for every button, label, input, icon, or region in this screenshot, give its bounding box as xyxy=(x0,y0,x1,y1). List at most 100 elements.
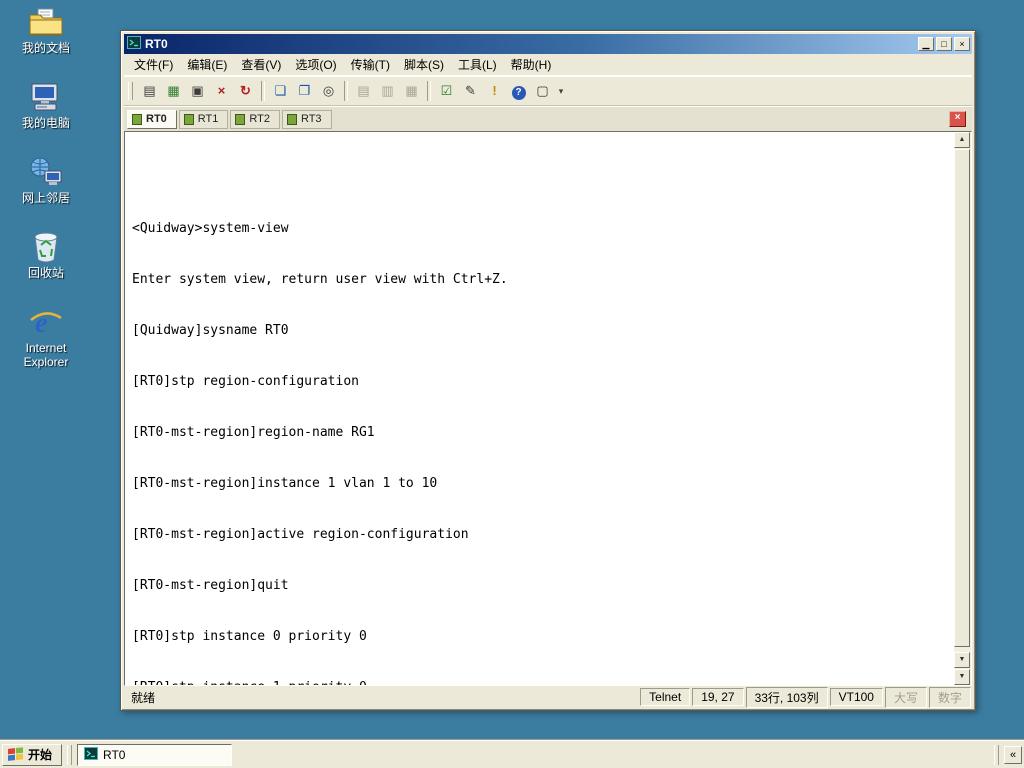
disconnect-icon[interactable]: × xyxy=(210,80,233,102)
desktop-icon-label: 回收站 xyxy=(27,266,64,280)
terminal-screen[interactable]: <Quidway>system-view Enter system view, … xyxy=(124,131,972,686)
task-label: RT0 xyxy=(103,747,126,762)
start-button[interactable]: 开始 xyxy=(2,743,63,766)
my-documents-icon xyxy=(28,6,64,38)
find-icon[interactable]: ◎ xyxy=(317,80,340,102)
terminal-line: <Quidway>system-view xyxy=(132,221,289,236)
scroll-up-icon[interactable]: ▲ xyxy=(954,132,970,148)
help-icon-glyph: ? xyxy=(511,86,526,100)
reconnect-icon[interactable]: ↻ xyxy=(234,80,257,102)
toolbar-separator xyxy=(344,81,348,101)
status-protocol: Telnet xyxy=(640,688,691,706)
toolbar: ▤ ▦ ▣ × ↻ ❏ ❐ ◎ ▤ ▥ ▦ ☑ ✎ ! ? ▢ ▾ xyxy=(124,76,972,106)
taskbar: 开始 RT0 « xyxy=(0,740,1024,768)
maximize-button[interactable]: □ xyxy=(936,37,952,51)
menu-file[interactable]: 文件(F) xyxy=(127,53,180,76)
desktop-icon-column: 我的文档 我的电脑 网上邻居 回收站 e Internet Explorer xyxy=(8,6,84,369)
menu-help[interactable]: 帮助(H) xyxy=(504,53,559,76)
status-num-indicator: 数字 xyxy=(928,686,971,708)
app-icon xyxy=(127,36,141,52)
tab-close-button[interactable]: × xyxy=(949,111,966,127)
menu-edit[interactable]: 编辑(E) xyxy=(180,53,234,76)
menu-tools[interactable]: 工具(L) xyxy=(451,53,504,76)
terminal-line: [RT0]stp instance 1 priority 0 xyxy=(132,679,952,685)
tab-label: RT2 xyxy=(249,113,270,125)
clone-session-icon[interactable]: ▣ xyxy=(186,80,209,102)
tab-connected-icon xyxy=(183,113,194,125)
scroll-down-icon[interactable]: ▼ xyxy=(954,652,970,668)
status-caps-indicator: 大写 xyxy=(884,686,927,708)
desktop-icon-label: 我的文档 xyxy=(21,41,70,55)
toolbar-separator xyxy=(427,81,431,101)
tab-label: RT1 xyxy=(197,113,219,125)
scrollbar-thumb[interactable] xyxy=(954,149,970,647)
terminal-line: [RT0-mst-region]instance 1 vlan 1 to 10 xyxy=(132,476,438,491)
my-computer-icon xyxy=(28,81,64,113)
title-bar[interactable]: RT0 ▁ □ × xyxy=(124,34,972,54)
terminal-line: [RT0]stp instance 0 priority 0 xyxy=(132,629,367,644)
taskbar-collapse-button[interactable]: « xyxy=(1004,745,1022,764)
toolbar-more-icon[interactable]: ▾ xyxy=(555,86,567,97)
menu-bar: 文件(F) 编辑(E) 查看(V) 选项(O) 传输(T) 脚本(S) 工具(L… xyxy=(124,54,972,76)
menu-transfer[interactable]: 传输(T) xyxy=(344,53,397,76)
tab-rt2[interactable]: RT2 xyxy=(230,109,280,129)
print-icon[interactable]: ▦ xyxy=(400,80,423,102)
tab-label: RT3 xyxy=(300,113,322,125)
network-places-icon xyxy=(28,156,64,188)
tab-rt3[interactable]: RT3 xyxy=(281,109,332,129)
internet-explorer-icon: e xyxy=(28,306,64,338)
tab-bar: RT0 RT1 RT2 RT3 × xyxy=(124,106,972,131)
global-options-icon[interactable]: ✎ xyxy=(459,80,482,102)
taskbar-task-rt0[interactable]: RT0 xyxy=(77,743,233,766)
highlight-icon[interactable]: ! xyxy=(483,80,506,102)
print-selection-icon[interactable]: ▥ xyxy=(376,80,399,102)
terminal-line: [Quidway]sysname RT0 xyxy=(132,323,289,338)
taskbar-grip[interactable] xyxy=(67,744,73,765)
status-emulation: VT100 xyxy=(829,688,883,706)
toolbar-separator xyxy=(261,81,265,101)
status-screen-size: 33行, 103列 xyxy=(745,686,828,708)
menu-script[interactable]: 脚本(S) xyxy=(397,53,451,76)
desktop-icon-recycle-bin[interactable]: 回收站 xyxy=(8,231,84,280)
tab-connected-icon xyxy=(235,113,246,125)
desktop-icon-label: Internet Explorer xyxy=(23,341,69,369)
status-bar: 就绪 Telnet 19, 27 33行, 103列 VT100 大写 数字 xyxy=(124,686,972,708)
tab-connected-icon xyxy=(132,113,142,125)
desktop-icon-network-places[interactable]: 网上邻居 xyxy=(8,156,84,205)
tab-connected-icon xyxy=(286,113,297,125)
status-message: 就绪 xyxy=(131,690,156,705)
close-button[interactable]: × xyxy=(954,37,970,51)
desktop-icon-my-computer[interactable]: 我的电脑 xyxy=(8,81,84,130)
recycle-bin-icon xyxy=(28,231,64,263)
toolbar-grip[interactable] xyxy=(128,82,133,100)
tab-rt1[interactable]: RT1 xyxy=(178,109,229,129)
tray-divider xyxy=(994,744,999,765)
desktop-icon-label: 我的电脑 xyxy=(21,116,70,130)
window-controls: ▁ □ × xyxy=(918,37,970,51)
session-manager-icon[interactable]: ▢ xyxy=(531,80,554,102)
connect-icon[interactable]: ▤ xyxy=(138,80,161,102)
help-icon[interactable]: ? xyxy=(507,80,530,102)
menu-options[interactable]: 选项(O) xyxy=(288,53,343,76)
tab-rt0[interactable]: RT0 xyxy=(127,109,177,129)
terminal-window: RT0 ▁ □ × 文件(F) 编辑(E) 查看(V) 选项(O) 传输(T) … xyxy=(120,30,976,711)
print-page-icon[interactable]: ▤ xyxy=(352,80,375,102)
start-button-label: 开始 xyxy=(28,748,53,762)
terminal-line: [RT0-mst-region]region-name RG1 xyxy=(132,425,375,440)
quick-connect-icon[interactable]: ▦ xyxy=(162,80,185,102)
terminal-line: [RT0-mst-region]active region-configurat… xyxy=(132,527,469,542)
desktop-icon-my-documents[interactable]: 我的文档 xyxy=(8,6,84,55)
menu-view[interactable]: 查看(V) xyxy=(234,53,288,76)
terminal-line: [RT0-mst-region]quit xyxy=(132,578,289,593)
copy-icon[interactable]: ❏ xyxy=(269,80,292,102)
desktop-icon-label: 网上邻居 xyxy=(21,191,70,205)
minimize-button[interactable]: ▁ xyxy=(918,37,934,51)
window-title: RT0 xyxy=(145,37,168,51)
session-options-icon[interactable]: ☑ xyxy=(435,80,458,102)
scroll-split-icon[interactable]: ▼ xyxy=(954,669,970,685)
vertical-scrollbar[interactable]: ▲ ▼ ▼ xyxy=(954,132,971,685)
terminal-output[interactable]: <Quidway>system-view Enter system view, … xyxy=(125,132,954,685)
desktop-icon-internet-explorer[interactable]: e Internet Explorer xyxy=(8,306,84,369)
paste-icon[interactable]: ❐ xyxy=(293,80,316,102)
